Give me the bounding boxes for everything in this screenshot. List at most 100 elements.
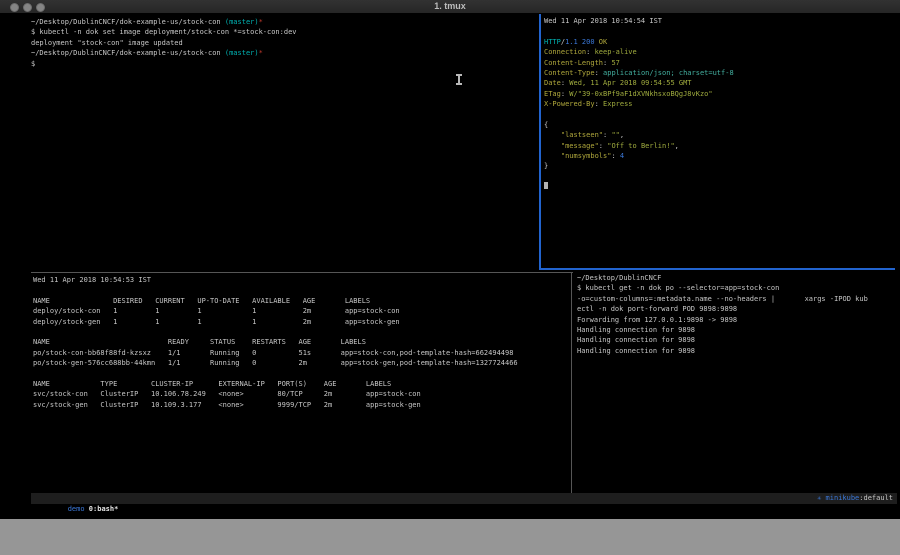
text-run: po/stock-gen-576cc688bb-44kmn 1/1 Runnin… xyxy=(33,359,518,367)
text-run: Handling connection for 9898 xyxy=(577,347,695,355)
terminal-line: Handling connection for 9898 xyxy=(577,346,897,356)
screenshot-root: 1. tmux ~/Desktop/DublinCNCF/dok-example… xyxy=(0,0,900,555)
terminal-line: Wed 11 Apr 2018 10:54:54 IST xyxy=(544,16,896,26)
text-run: Handling connection for 9898 xyxy=(577,336,695,344)
terminal-line xyxy=(544,26,896,36)
terminal-line: deploy/stock-gen 1 1 1 1 2m app=stock-ge… xyxy=(33,317,569,327)
text-run: 57 xyxy=(611,59,619,67)
window-titlebar[interactable]: 1. tmux xyxy=(0,0,900,14)
text-run: Content-Type xyxy=(544,69,595,77)
text-run: deploy/stock-con 1 1 1 1 2m app=stock-co… xyxy=(33,307,400,315)
text-run: ETag xyxy=(544,90,561,98)
terminal-line: ETag: W/"39-0xBPf9aF1dXVNkhsxoBQgJ8vKzo" xyxy=(544,89,896,99)
terminal-line: Wed 11 Apr 2018 10:54:53 IST xyxy=(33,275,569,285)
pane-border-vertical-bottom[interactable] xyxy=(571,273,572,493)
pane-kubectl-watch-bottom-left[interactable]: Wed 11 Apr 2018 10:54:53 IST NAME DESIRED… xyxy=(33,275,569,410)
terminal-line: "numsymbols": 4 xyxy=(544,151,896,161)
terminal-line: NAME DESIRED CURRENT UP-TO-DATE AVAILABL… xyxy=(33,296,569,306)
pane-border-horizontal-right[interactable] xyxy=(539,268,895,270)
terminal-line: Content-Length: 57 xyxy=(544,58,896,68)
terminal-line: Date: Wed, 11 Apr 2018 09:54:55 GMT xyxy=(544,78,896,88)
text-run: ~/Desktop/DublinCNCF/dok-example-us/stoc… xyxy=(31,18,225,26)
text-run: X-Powered-By xyxy=(544,100,595,108)
terminal-line: X-Powered-By: Express xyxy=(544,99,896,109)
zoom-button[interactable] xyxy=(36,3,45,12)
kube-namespace-label: :default xyxy=(859,494,893,502)
text-run: Content-Length xyxy=(544,59,603,67)
text-run: 4 xyxy=(620,152,624,160)
pane-shell-top-left[interactable]: ~/Desktop/DublinCNCF/dok-example-us/stoc… xyxy=(31,17,536,69)
text-run: NAME TYPE CLUSTER-IP EXTERNAL-IP PORT(S)… xyxy=(33,380,391,388)
text-run: "message" xyxy=(544,142,599,150)
text-run: "" xyxy=(611,131,619,139)
text-run: NAME READY STATUS RESTARTS AGE LABELS xyxy=(33,338,366,346)
text-run: "numsymbols" xyxy=(544,152,611,160)
text-run: OK xyxy=(595,38,608,46)
text-run: Wed 11 Apr 2018 10:54:53 IST xyxy=(33,276,151,284)
terminal-line xyxy=(544,172,896,182)
text-run: svc/stock-con ClusterIP 10.106.78.249 <n… xyxy=(33,390,421,398)
terminal-line: deploy/stock-con 1 1 1 1 2m app=stock-co… xyxy=(33,306,569,316)
terminal-cursor xyxy=(544,182,548,189)
text-run: "Off to Berlin!" xyxy=(607,142,674,150)
text-run: : xyxy=(599,142,607,150)
text-run: svc/stock-gen ClusterIP 10.109.3.177 <no… xyxy=(33,401,421,409)
text-run: $ xyxy=(31,60,35,68)
terminal-line: deployment "stock-con" image updated xyxy=(31,38,536,48)
terminal-line: Forwarding from 127.0.0.1:9898 -> 9898 xyxy=(577,315,897,325)
text-run: "lastseen" xyxy=(544,131,603,139)
mouse-cursor-ibeam-icon xyxy=(458,74,460,85)
text-run: deploy/stock-gen 1 1 1 1 2m app=stock-ge… xyxy=(33,318,400,326)
text-run: { xyxy=(544,121,548,129)
text-run: (master) xyxy=(225,18,259,26)
text-run: * xyxy=(259,49,263,57)
text-run: * xyxy=(259,18,263,26)
text-run: W/"39-0xBPf9aF1dXVNkhsxoBQgJ8vKzo" xyxy=(569,90,712,98)
tmux-terminal: ~/Desktop/DublinCNCF/dok-example-us/stoc… xyxy=(0,13,900,519)
status-bar-right: ✳ minikube:default xyxy=(817,493,893,504)
tmux-status-bar: demo 0:bash* ✳ minikube:default xyxy=(31,493,897,504)
pane-border-vertical-top[interactable] xyxy=(539,14,541,269)
pane-port-forward-bottom-right[interactable]: ~/Desktop/DublinCNCF $ kubectl get -n dok… xyxy=(577,273,897,356)
minimize-button[interactable] xyxy=(23,3,32,12)
text-run: po/stock-con-bb68f88fd-kzsxz 1/1 Running… xyxy=(33,349,513,357)
terminal-line: $ kubectl get -n dok po --selector=app=s… xyxy=(577,283,897,293)
text-run: ~/Desktop/DublinCNCF/dok-example-us/stoc… xyxy=(31,49,225,57)
terminal-line: Connection: keep-alive xyxy=(544,47,896,57)
terminal-line: ~/Desktop/DublinCNCF/dok-example-us/stoc… xyxy=(31,48,536,58)
text-run: Date xyxy=(544,79,561,87)
text-run: , xyxy=(675,142,679,150)
tmux-session-name: demo xyxy=(68,505,89,513)
terminal-line xyxy=(544,182,896,192)
terminal-line xyxy=(33,369,569,379)
terminal-line xyxy=(33,285,569,295)
text-run: Connection xyxy=(544,48,586,56)
close-button[interactable] xyxy=(10,3,19,12)
terminal-line: ~/Desktop/DublinCNCF xyxy=(577,273,897,283)
pane-http-watch-top-right[interactable]: Wed 11 Apr 2018 10:54:54 ISTHTTP/1.1 200… xyxy=(544,16,896,193)
window-title: 1. tmux xyxy=(434,0,466,13)
text-run: , xyxy=(620,131,624,139)
text-run: ~/Desktop/DublinCNCF xyxy=(577,274,661,282)
terminal-line: $ xyxy=(31,59,536,69)
text-run: $ kubectl get -n dok po --selector=app=s… xyxy=(577,284,779,292)
text-run: 1.1 200 xyxy=(565,38,595,46)
terminal-line: NAME READY STATUS RESTARTS AGE LABELS xyxy=(33,337,569,347)
text-run: : xyxy=(586,48,594,56)
text-run: deployment "stock-con" image updated xyxy=(31,39,183,47)
text-run: } xyxy=(544,162,548,170)
text-run: ectl -n dok port-forward POD 9898:9898 xyxy=(577,305,737,313)
terminal-line: Handling connection for 9898 xyxy=(577,325,897,335)
terminal-line: { xyxy=(544,120,896,130)
tmux-window-item-active[interactable]: 0:bash* xyxy=(89,505,119,513)
text-run: HTTP xyxy=(544,38,561,46)
text-run: : xyxy=(595,69,603,77)
terminal-line xyxy=(33,327,569,337)
terminal-line: svc/stock-con ClusterIP 10.106.78.249 <n… xyxy=(33,389,569,399)
terminal-line: NAME TYPE CLUSTER-IP EXTERNAL-IP PORT(S)… xyxy=(33,379,569,389)
terminal-line: "message": "Off to Berlin!", xyxy=(544,141,896,151)
terminal-line: po/stock-gen-576cc688bb-44kmn 1/1 Runnin… xyxy=(33,358,569,368)
pane-border-horizontal-left[interactable] xyxy=(31,272,573,273)
terminal-line: ~/Desktop/DublinCNCF/dok-example-us/stoc… xyxy=(31,17,536,27)
text-run: Forwarding from 127.0.0.1:9898 -> 9898 xyxy=(577,316,737,324)
